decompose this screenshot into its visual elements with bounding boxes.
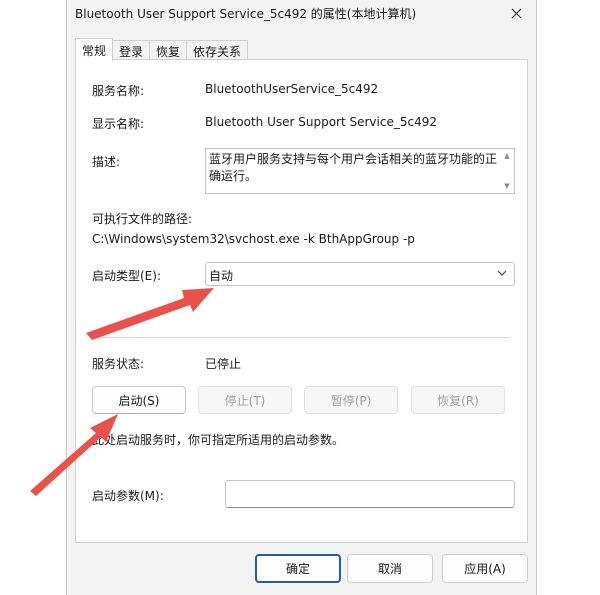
tab-dependencies[interactable]: 依存关系 [186,40,249,61]
start-params-label: 启动参数(M): [92,489,164,503]
tab-strip: 常规 登录 恢复 依存关系 [75,38,249,61]
description-box[interactable]: 蓝牙用户服务支持与每个用户会话相关的蓝牙功能的正确运行。 ▲ ▼ [205,148,515,194]
display-name-label: 显示名称: [92,117,145,131]
service-properties-dialog: Bluetooth User Support Service_5c492 的属性… [66,0,537,595]
startup-type-label: 启动类型(E): [92,269,161,283]
chevron-down-icon [497,270,507,276]
display-name-value[interactable]: Bluetooth User Support Service_5c492 [205,115,437,129]
close-icon [511,8,521,18]
start-params-input[interactable] [225,480,515,508]
exe-path-value: C:\Windows\system32\svchost.exe -k BthAp… [92,232,415,246]
service-status-value: 已停止 [205,357,242,371]
general-panel: 服务名称: BluetoothUserService_5c492 显示名称: B… [75,59,528,543]
description-text: 蓝牙用户服务支持与每个用户会话相关的蓝牙功能的正确运行。 [209,152,498,183]
service-status-label: 服务状态: [92,357,145,371]
stop-button[interactable]: 停止(T) [198,386,292,414]
ok-button[interactable]: 确定 [255,554,341,583]
tab-recovery[interactable]: 恢复 [149,40,188,61]
resume-button[interactable]: 恢复(R) [411,386,505,414]
cancel-button[interactable]: 取消 [347,554,433,583]
service-name-value: BluetoothUserService_5c492 [205,82,379,96]
startup-type-value: 自动 [209,269,234,283]
close-button[interactable] [496,0,536,26]
start-params-hint: 此处启动服务时，你可指定所适用的启动参数。 [92,433,345,447]
start-button[interactable]: 启动(S) [92,386,186,414]
exe-path-label: 可执行文件的路径: [92,212,193,226]
scroll-up-icon[interactable]: ▲ [504,152,509,160]
tab-logon[interactable]: 登录 [112,40,151,61]
scroll-down-icon[interactable]: ▼ [504,182,509,190]
description-scrollbar[interactable]: ▲ ▼ [500,149,514,193]
window-title: Bluetooth User Support Service_5c492 的属性… [75,7,417,21]
startup-type-select[interactable]: 自动 [205,262,515,286]
separator [92,337,510,338]
apply-button[interactable]: 应用(A) [442,554,528,583]
description-label: 描述: [92,155,121,169]
tab-general[interactable]: 常规 [75,38,114,61]
pause-button[interactable]: 暂停(P) [304,386,398,414]
service-name-label: 服务名称: [92,84,145,98]
title-bar: Bluetooth User Support Service_5c492 的属性… [67,0,536,28]
